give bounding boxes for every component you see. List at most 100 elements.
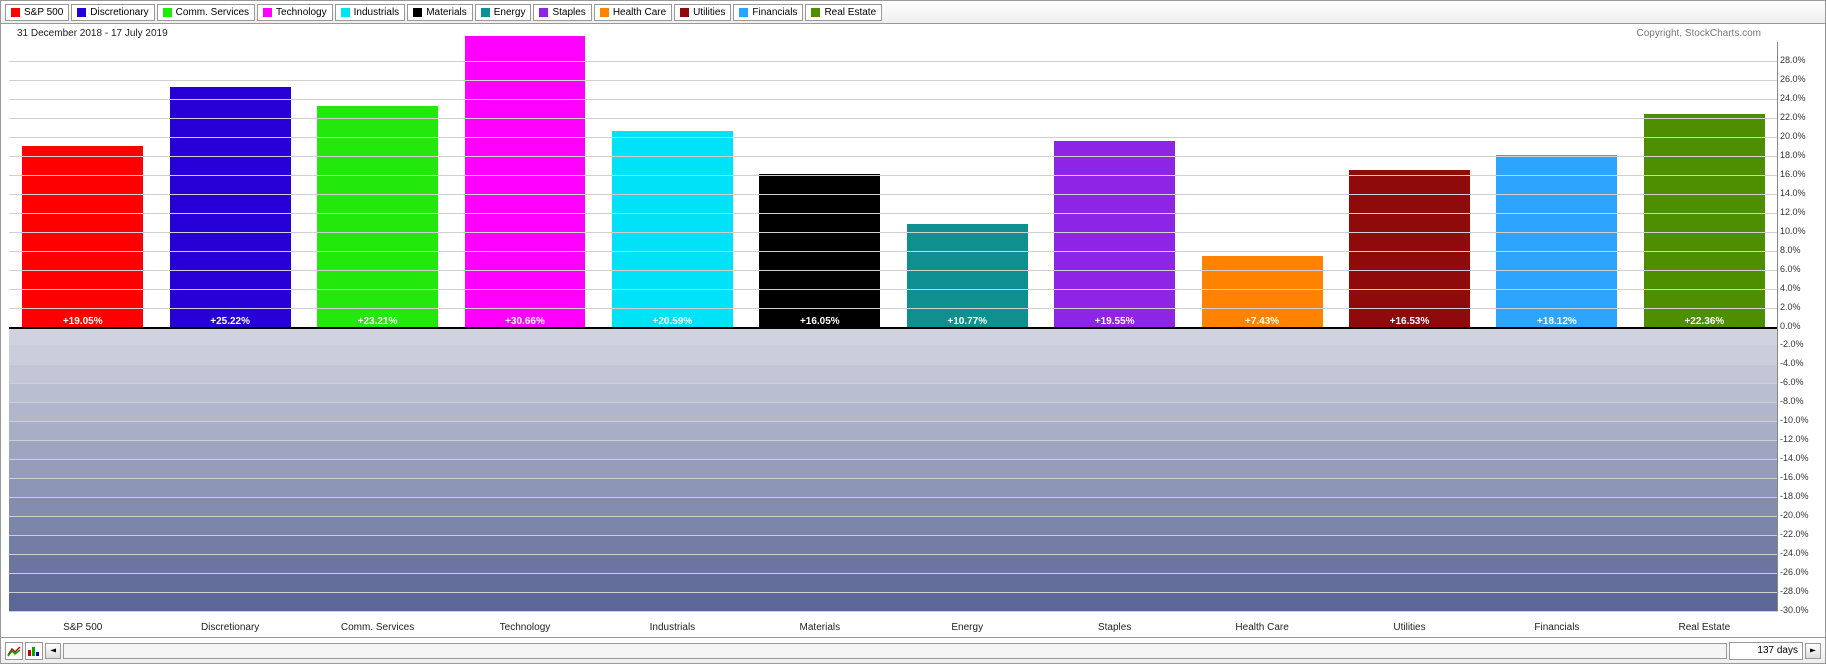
legend-item[interactable]: Staples — [533, 4, 591, 21]
y-tick-label: -24.0% — [1780, 548, 1820, 558]
y-tick-label: 18.0% — [1780, 150, 1820, 160]
legend-item[interactable]: Comm. Services — [157, 4, 255, 21]
legend-swatch-icon — [539, 8, 548, 17]
category-label: Industrials — [599, 622, 746, 633]
y-tick-label: -14.0% — [1780, 453, 1820, 463]
negative-band — [9, 402, 1778, 421]
bar[interactable] — [1644, 114, 1765, 326]
category-label: S&P 500 — [9, 622, 156, 633]
footer-toolbar: ◄ 137 days ► — [1, 637, 1825, 663]
gridline — [9, 156, 1778, 157]
legend-label: Real Estate — [824, 7, 876, 18]
chart-type-bar-icon[interactable] — [25, 642, 43, 660]
y-tick-label: 22.0% — [1780, 112, 1820, 122]
y-tick-label: 4.0% — [1780, 283, 1820, 293]
y-tick-label: 24.0% — [1780, 93, 1820, 103]
negative-band — [9, 535, 1778, 554]
legend-item[interactable]: Discretionary — [71, 4, 154, 21]
bar[interactable] — [317, 106, 438, 326]
bar[interactable] — [907, 224, 1028, 326]
y-tick-label: -20.0% — [1780, 510, 1820, 520]
legend-swatch-icon — [341, 8, 350, 17]
category-label: Discretionary — [156, 622, 303, 633]
gridline — [9, 364, 1778, 365]
scroll-left-button[interactable]: ◄ — [45, 643, 61, 659]
legend-item[interactable]: Health Care — [594, 4, 672, 21]
bar[interactable] — [170, 87, 291, 326]
negative-band — [9, 327, 1778, 346]
legend-bar: S&P 500 Discretionary Comm. Services Techno… — [1, 1, 1825, 24]
legend-swatch-icon — [739, 8, 748, 17]
y-tick-label: 28.0% — [1780, 55, 1820, 65]
gridline — [9, 459, 1778, 460]
y-tick-label: 26.0% — [1780, 74, 1820, 84]
y-tick-label: -30.0% — [1780, 605, 1820, 615]
gridline — [9, 80, 1778, 81]
bar-value-label: +16.53% — [1336, 316, 1483, 327]
y-tick-label: 16.0% — [1780, 169, 1820, 179]
y-tick-label: -10.0% — [1780, 415, 1820, 425]
gridline — [9, 383, 1778, 384]
y-tick-label: -8.0% — [1780, 396, 1820, 406]
y-tick-label: 0.0% — [1780, 321, 1820, 331]
category-label: Health Care — [1188, 622, 1335, 633]
bar[interactable] — [22, 146, 143, 327]
legend-item[interactable]: Materials — [407, 4, 473, 21]
legend-item[interactable]: Utilities — [674, 4, 731, 21]
gridline — [9, 175, 1778, 176]
legend-item[interactable]: S&P 500 — [5, 4, 69, 21]
negative-band — [9, 440, 1778, 459]
legend-label: Health Care — [613, 7, 666, 18]
bar[interactable] — [1054, 141, 1175, 326]
bar-value-label: +18.12% — [1483, 316, 1630, 327]
negative-band — [9, 421, 1778, 440]
gridline — [9, 137, 1778, 138]
gridline — [9, 345, 1778, 346]
y-tick-label: 14.0% — [1780, 188, 1820, 198]
legend-label: Industrials — [354, 7, 400, 18]
gridline — [9, 308, 1778, 309]
days-input[interactable]: 137 days — [1729, 642, 1803, 660]
category-label: Staples — [1041, 622, 1188, 633]
chart-type-line-icon[interactable] — [5, 642, 23, 660]
bar-value-label: +23.21% — [304, 316, 451, 327]
scroll-track[interactable] — [63, 643, 1727, 659]
legend-swatch-icon — [163, 8, 172, 17]
gridline — [9, 535, 1778, 536]
bar-value-label: +25.22% — [156, 316, 303, 327]
gridline — [9, 61, 1778, 62]
bar[interactable] — [612, 131, 733, 326]
legend-item[interactable]: Energy — [475, 4, 532, 21]
category-label: Materials — [746, 622, 893, 633]
legend-label: Energy — [494, 7, 526, 18]
y-tick-label: 6.0% — [1780, 264, 1820, 274]
gridline — [9, 440, 1778, 441]
bar[interactable] — [1496, 155, 1617, 327]
legend-item[interactable]: Technology — [257, 4, 333, 21]
y-tick-label: -2.0% — [1780, 339, 1820, 349]
chart-app: S&P 500DiscretionaryComm. ServicesTechno… — [0, 0, 1826, 664]
legend-swatch-icon — [811, 8, 820, 17]
y-tick-label: 20.0% — [1780, 131, 1820, 141]
scroll-right-button[interactable]: ► — [1805, 643, 1821, 659]
negative-band — [9, 345, 1778, 364]
negative-band — [9, 459, 1778, 478]
legend-item[interactable]: Industrials — [335, 4, 406, 21]
gridline — [9, 289, 1778, 290]
category-label: Real Estate — [1631, 622, 1778, 633]
legend-label: Comm. Services — [176, 7, 249, 18]
gridline — [9, 99, 1778, 100]
bar-value-label: +19.05% — [9, 316, 156, 327]
legend-label: Technology — [276, 7, 327, 18]
bar-value-label: +22.36% — [1631, 316, 1778, 327]
category-label: Financials — [1483, 622, 1630, 633]
legend-label: Discretionary — [90, 7, 148, 18]
legend-swatch-icon — [481, 8, 490, 17]
legend-item[interactable]: Financials — [733, 4, 803, 21]
legend-item[interactable]: Real Estate — [805, 4, 882, 21]
zero-line — [9, 327, 1778, 329]
gridline — [9, 402, 1778, 403]
plot-inner: +19.05%+25.22%+23.21%+30.66%+20.59%+16.0… — [9, 42, 1778, 611]
gridline — [9, 573, 1778, 574]
gridline — [9, 497, 1778, 498]
